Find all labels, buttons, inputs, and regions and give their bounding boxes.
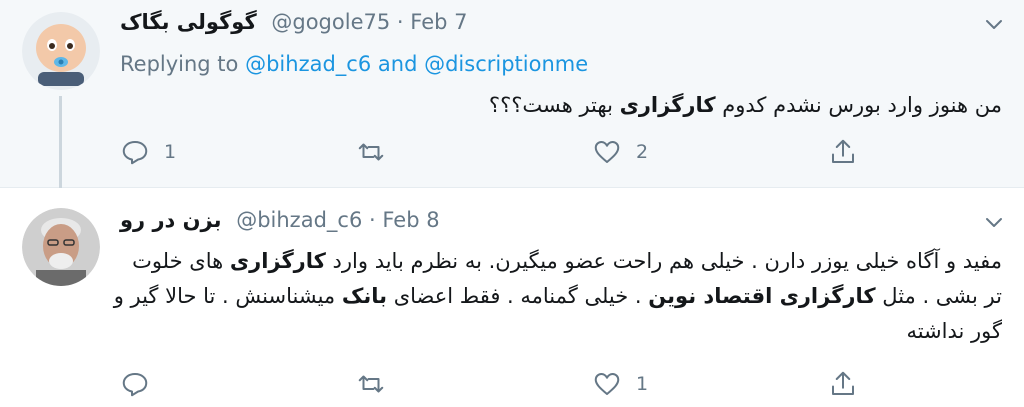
avatar-image: [22, 208, 100, 286]
like-count: 1: [636, 373, 649, 395]
tweet-text-bold: کارگزاری: [229, 249, 326, 273]
like-button[interactable]: 1: [592, 364, 648, 404]
replying-to-line: Replying to @bihzad_c6 and @discriptionm…: [120, 52, 588, 76]
thread-line: [59, 96, 62, 198]
tweet-text-part: . خیلی گمنامه . فقط اعضای: [387, 284, 649, 308]
share-icon: [832, 139, 854, 163]
heart-icon: [594, 373, 620, 395]
user-handle[interactable]: @gogole75: [271, 10, 390, 34]
avatar-baby[interactable]: [22, 12, 100, 90]
reply-count: 1: [164, 141, 177, 163]
reply-icon: [122, 141, 148, 165]
heart-icon: [594, 141, 620, 163]
tweet-text-part: من هنوز وارد بورس نشدم کدوم: [715, 93, 1002, 117]
avatar-old-man[interactable]: [22, 208, 100, 286]
retweet-button[interactable]: [356, 132, 400, 172]
reply-button[interactable]: [120, 364, 164, 404]
like-button[interactable]: 2: [592, 132, 648, 172]
tweet-actions: 1: [120, 364, 880, 404]
avatar-image: [22, 12, 100, 90]
tweet-text-bold: بانک: [341, 284, 388, 308]
retweet-button[interactable]: [356, 364, 400, 404]
chevron-down-icon: [986, 218, 1002, 227]
like-count: 2: [636, 141, 649, 163]
user-handle[interactable]: @bihzad_c6: [236, 208, 362, 232]
retweet-icon: [358, 375, 384, 393]
separator-dot: ·: [396, 10, 404, 34]
tweet-text-part: مفید و آگاه خیلی یوزر دارن . خیلی هم راح…: [325, 249, 1002, 273]
tweet-text-bold: کارگزاری: [619, 93, 716, 117]
display-name[interactable]: بزن در رو: [120, 208, 222, 232]
replying-and[interactable]: and: [378, 52, 418, 76]
tweet-1-header: گوگولی بگاک @gogole75 · Feb 7: [120, 10, 468, 34]
tweet-text-part: بهتر هست؟؟؟: [488, 93, 620, 117]
tweet-date[interactable]: Feb 7: [410, 10, 467, 34]
more-options-button[interactable]: [982, 12, 1006, 36]
reply-icon: [122, 373, 148, 397]
tweet-date[interactable]: Feb 8: [382, 208, 439, 232]
reply-button[interactable]: 1: [120, 132, 176, 172]
tweet-2-header: بزن در رو @bihzad_c6 · Feb 8: [120, 208, 440, 232]
separator-dot: ·: [369, 208, 376, 232]
retweet-icon: [358, 143, 384, 161]
tweet-text: من هنوز وارد بورس نشدم کدوم کارگزاری بهت…: [132, 88, 1002, 123]
share-button[interactable]: [828, 132, 858, 172]
more-options-button[interactable]: [982, 210, 1006, 234]
tweet-text-bold: کارگزاری اقتصاد نوین: [648, 284, 876, 308]
chevron-down-icon: [986, 20, 1002, 29]
share-button[interactable]: [828, 364, 858, 404]
tweet-actions: 1 2: [120, 132, 880, 172]
tweet-text: مفید و آگاه خیلی یوزر دارن . خیلی هم راح…: [112, 244, 1002, 349]
display-name[interactable]: گوگولی بگاک: [120, 10, 257, 34]
mention-link[interactable]: @discriptionme: [424, 52, 588, 76]
share-icon: [832, 371, 854, 395]
replying-prefix: Replying to: [120, 52, 239, 76]
mention-link[interactable]: @bihzad_c6: [245, 52, 371, 76]
